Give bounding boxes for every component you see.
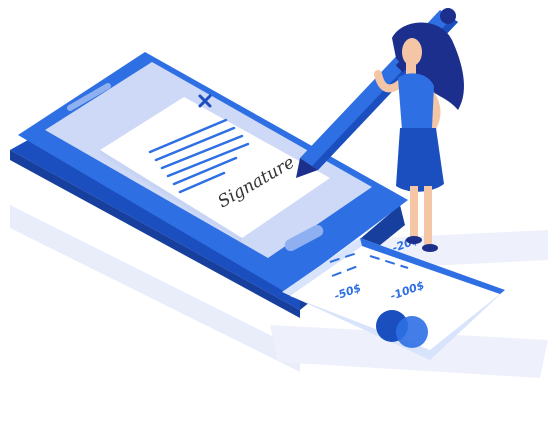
e-signature-illustration: Signature -20$ -50$ -100$	[0, 0, 558, 429]
illustration-canvas: Signature -20$ -50$ -100$	[10, 8, 548, 378]
card-logo-right	[396, 316, 428, 348]
